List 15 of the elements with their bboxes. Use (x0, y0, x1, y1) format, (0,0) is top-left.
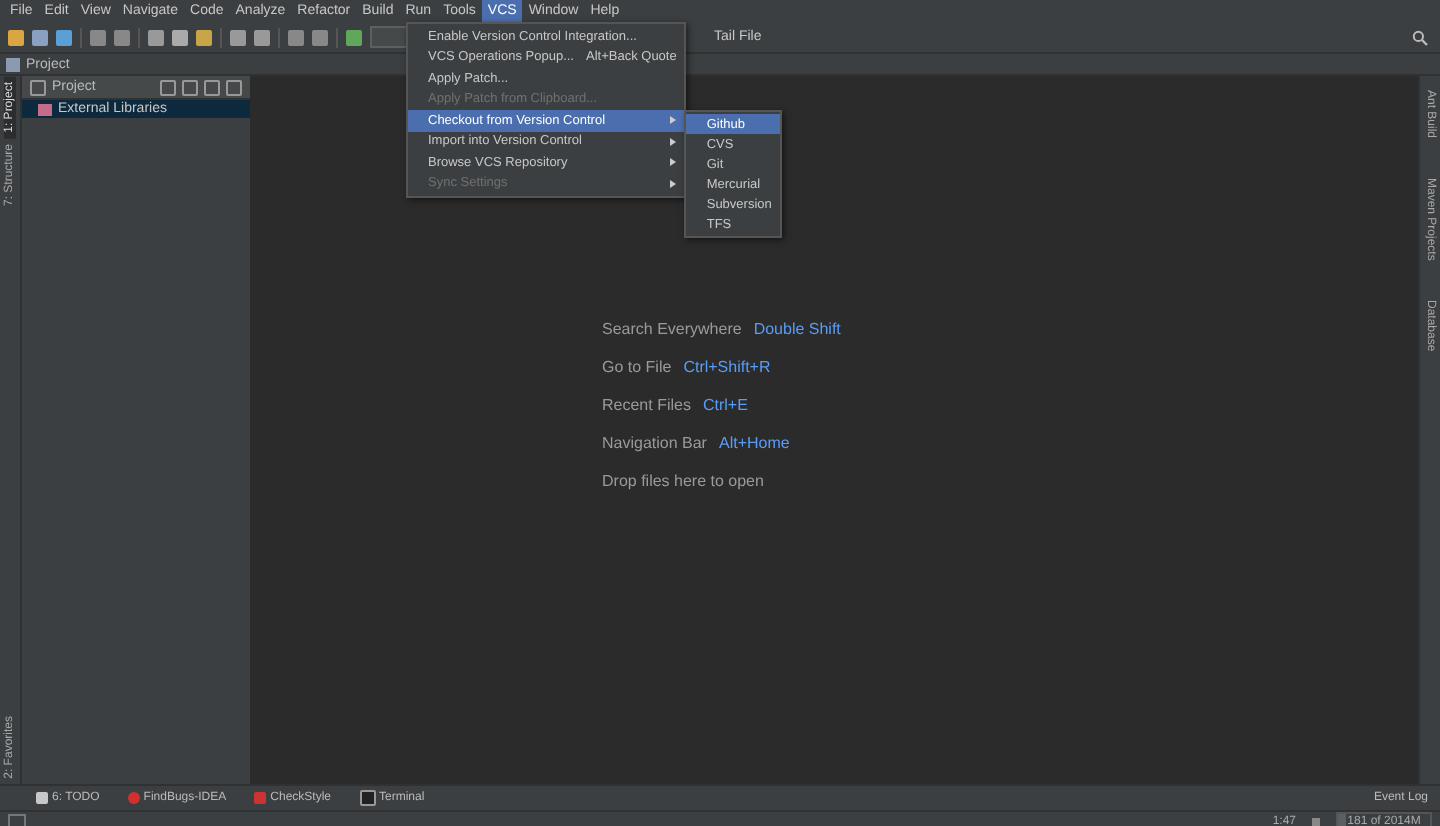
shortcut-text: Ctrl+Shift+R (683, 357, 771, 375)
submenu-arrow-icon (670, 116, 677, 125)
submenu-arrow-icon (670, 179, 677, 188)
shortcut-text: Ctrl+E (702, 395, 748, 413)
hint-text: Recent Files (602, 395, 691, 413)
hint-text: Navigation Bar (602, 433, 707, 451)
shortcut-text: Alt+Home (718, 433, 790, 451)
submenu-arrow-icon (670, 158, 677, 167)
submenu-arrow-icon (670, 137, 677, 146)
terminal-icon (359, 790, 376, 806)
hint-text: Go to File (602, 357, 672, 375)
shortcut-text: Double Shift (753, 319, 841, 337)
run-config-dropdown[interactable] (370, 26, 410, 48)
hint-text: Search Everywhere (602, 319, 742, 337)
hint-text: Drop files here to open (602, 471, 764, 489)
